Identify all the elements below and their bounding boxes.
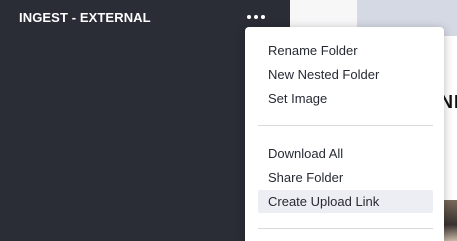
more-options-icon[interactable] <box>242 9 270 25</box>
folder-context-menu: Rename Folder New Nested Folder Set Imag… <box>245 27 444 241</box>
menu-item-new-nested-folder[interactable]: New Nested Folder <box>258 63 433 86</box>
menu-item-rename-folder[interactable]: Rename Folder <box>258 39 433 62</box>
menu-item-create-upload-link[interactable]: Create Upload Link <box>258 190 433 213</box>
main-top-strip <box>290 0 357 27</box>
menu-divider <box>258 125 433 126</box>
menu-divider <box>258 228 433 229</box>
folder-title[interactable]: INGEST - EXTERNAL <box>19 10 151 25</box>
menu-item-share-folder[interactable]: Share Folder <box>258 166 433 189</box>
dot <box>247 15 251 19</box>
dot <box>261 15 265 19</box>
dot <box>254 15 258 19</box>
menu-item-download-all[interactable]: Download All <box>258 142 433 165</box>
menu-item-set-image[interactable]: Set Image <box>258 87 433 110</box>
